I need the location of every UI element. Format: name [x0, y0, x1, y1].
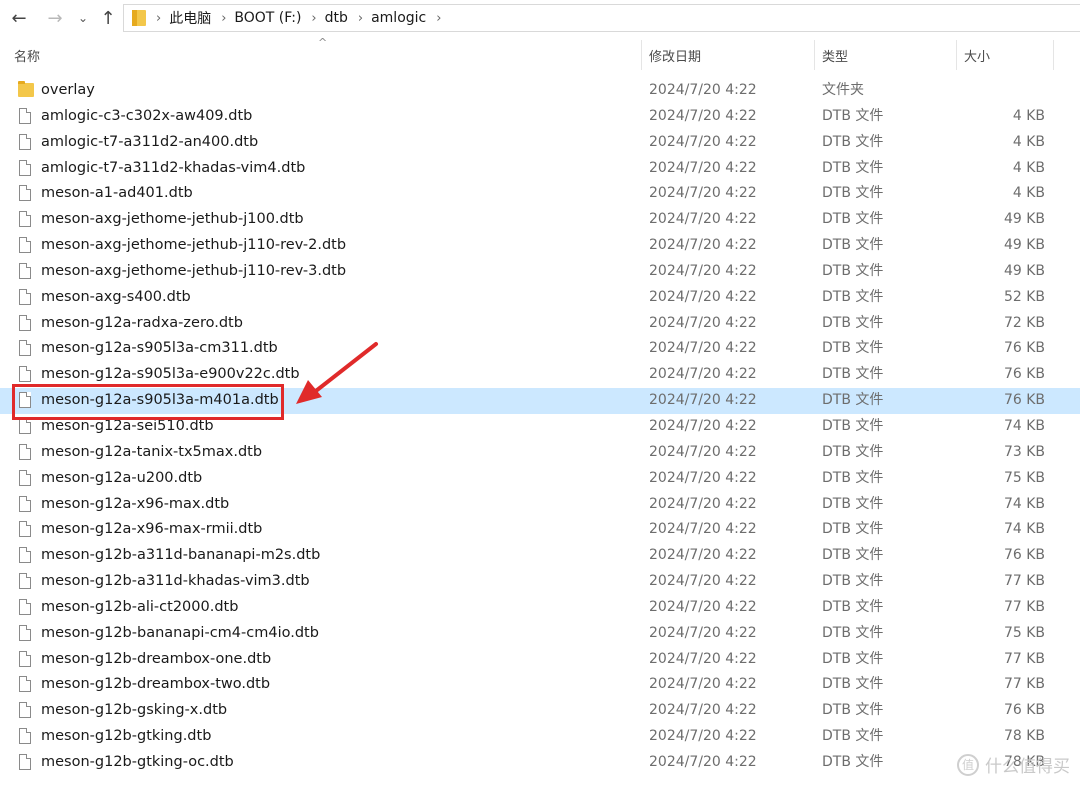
- annotation-arrow-icon: [296, 342, 378, 404]
- watermark: 值 什么值得买: [957, 752, 1070, 777]
- watermark-text: 什么值得买: [985, 757, 1070, 777]
- watermark-logo-icon: 值: [957, 753, 979, 776]
